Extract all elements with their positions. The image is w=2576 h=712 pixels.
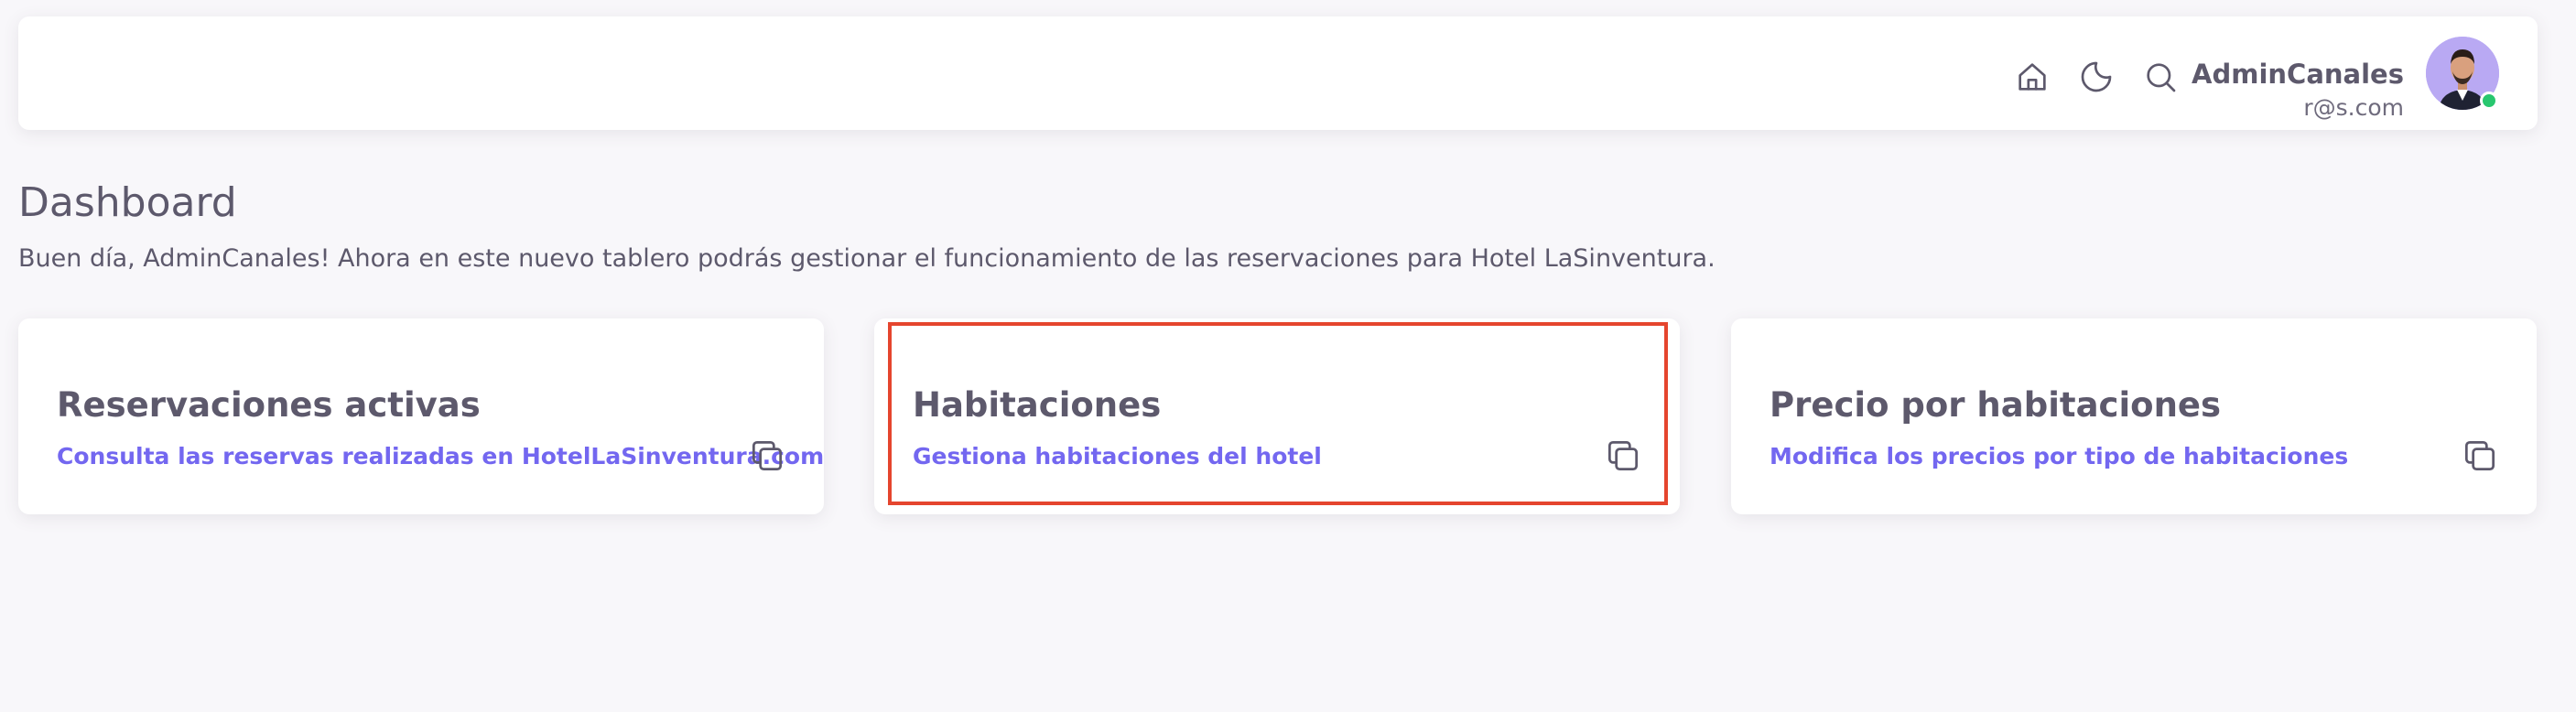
card-title: Reservaciones activas [57, 385, 481, 425]
copy-icon[interactable] [2460, 436, 2500, 476]
online-status-indicator [2480, 92, 2498, 110]
card-reservaciones-activas[interactable]: Reservaciones activas Consulta las reser… [18, 318, 824, 514]
card-description-link[interactable]: Gestiona habitaciones del hotel [913, 441, 1322, 472]
card-habitaciones[interactable]: Habitaciones Gestiona habitaciones del h… [874, 318, 1680, 514]
user-name: AdminCanales [2192, 59, 2404, 90]
card-precio-por-habitaciones[interactable]: Precio por habitaciones Modifica los pre… [1731, 318, 2537, 514]
card-description-link[interactable]: Modifica los precios por tipo de habitac… [1770, 441, 2348, 472]
moon-icon[interactable] [2076, 57, 2116, 97]
search-icon[interactable] [2140, 57, 2181, 97]
copy-icon[interactable] [1603, 436, 1643, 476]
home-icon[interactable] [2012, 57, 2052, 97]
user-info[interactable]: AdminCanales r@s.com [2192, 57, 2404, 124]
card-title: Habitaciones [913, 385, 1162, 425]
card-description-link[interactable]: Consulta las reservas realizadas en Hote… [57, 441, 824, 472]
card-title: Precio por habitaciones [1770, 385, 2222, 425]
page-subtitle: Buen día, AdminCanales! Ahora en este nu… [18, 244, 1716, 273]
user-email: r@s.com [2303, 94, 2404, 121]
top-navbar: AdminCanales r@s.com [18, 16, 2538, 130]
page-title: Dashboard [18, 179, 237, 226]
copy-icon[interactable] [747, 436, 787, 476]
